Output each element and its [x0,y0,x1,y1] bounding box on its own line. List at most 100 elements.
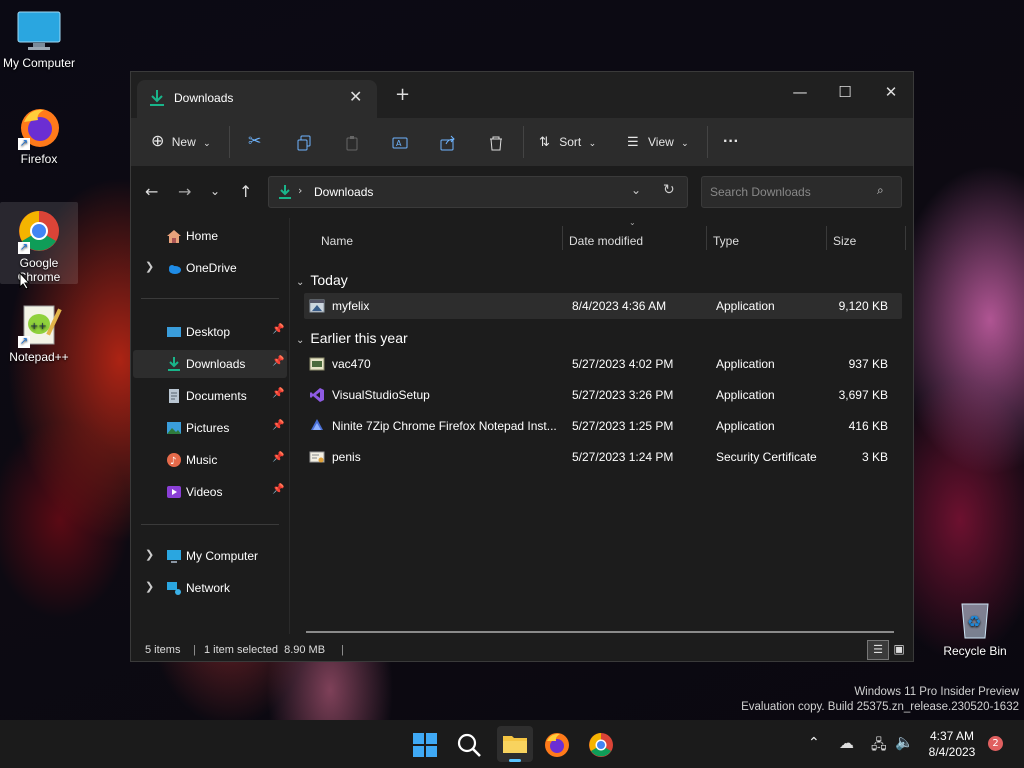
column-divider[interactable] [905,226,906,250]
desktop-icon-google-chrome[interactable]: ↗ Google Chrome [0,202,78,284]
ninite-icon [309,418,325,434]
file-explorer-icon[interactable] [497,726,533,762]
file-row[interactable]: myfelix 8/4/2023 4:36 AM Application 9,1… [304,293,902,319]
sidebar-item-music[interactable]: ♪ Music 📌 [133,446,287,474]
maximize-button[interactable]: ☐ [822,78,868,106]
search-box[interactable]: Search Downloads ⌕ [701,176,902,208]
chevron-down-icon: ⌄ [588,138,597,148]
sidebar-item-desktop[interactable]: Desktop 📌 [133,318,287,346]
start-icon[interactable] [410,730,440,760]
rename-icon: A [392,135,408,149]
refresh-icon[interactable]: ↻ [663,182,675,198]
chevron-right-icon[interactable]: ❯ [145,260,154,273]
tab-downloads[interactable]: Downloads ✕ [137,80,377,118]
share-button[interactable] [440,130,456,154]
column-divider[interactable] [826,226,827,250]
file-row[interactable]: vac470 5/27/2023 4:02 PM Application 937… [304,351,902,377]
new-button[interactable]: ⊕ New ⌄ [151,130,211,154]
horizontal-scrollbar[interactable] [306,631,894,633]
sidebar-item-onedrive[interactable]: ❯ OneDrive [133,254,287,282]
breadcrumb-downloads[interactable]: Downloads [314,185,373,199]
file-row[interactable]: VisualStudioSetup 5/27/2023 3:26 PM Appl… [304,382,902,408]
sidebar-item-documents[interactable]: Documents 📌 [133,382,287,410]
sidebar-item-my-computer[interactable]: ❯ My Computer [133,542,287,570]
delete-button[interactable] [488,130,504,154]
cloud-offline-icon[interactable]: ☁ [839,734,854,752]
network-status-icon[interactable]: 🖧 [871,734,887,758]
mouse-cursor-icon [19,271,31,293]
svg-text:A: A [396,139,402,148]
address-bar[interactable]: › Downloads ⌄ ↻ [268,176,688,208]
sidebar-item-network[interactable]: ❯ Network [133,574,287,602]
copy-button[interactable] [296,130,312,154]
desktop-folder-icon [166,324,182,340]
monitor-icon [16,8,62,54]
column-header-name[interactable]: Name [321,228,353,254]
firefox-icon[interactable] [542,730,572,760]
sort-button[interactable]: ⇅ Sort ⌄ [539,130,596,154]
sidebar-item-pictures[interactable]: Pictures 📌 [133,414,287,442]
paste-button[interactable] [344,130,360,154]
sort-indicator-icon: ⌄ [629,218,636,227]
minimize-button[interactable]: — [777,78,823,106]
file-type: Application [716,388,775,402]
column-header-type[interactable]: Type [713,228,739,254]
chevron-right-icon[interactable]: ❯ [145,580,154,593]
desktop-icon-firefox[interactable]: ↗ Firefox [0,104,78,166]
sidebar-item-videos[interactable]: Videos 📌 [133,478,287,506]
more-options-button[interactable]: ··· [723,130,739,154]
desktop-icon-label: Notepad++ [9,350,69,364]
forward-button[interactable]: → [178,182,191,201]
desktop-icon-notepad-plus-plus[interactable]: ++ ↗ Notepad++ [0,302,78,364]
recent-locations-button[interactable]: ⌄ [210,184,220,198]
show-hidden-icons-button[interactable]: ⌃ [808,735,820,751]
close-window-button[interactable]: ✕ [868,78,914,106]
file-date: 5/27/2023 3:26 PM [572,388,674,402]
tiles-view-button[interactable]: ▣ [890,640,908,658]
desktop-icon-recycle-bin[interactable]: ♻ Recycle Bin [936,596,1014,658]
file-size: 416 KB [848,419,888,433]
column-divider[interactable] [706,226,707,250]
desktop-icon-my-computer[interactable]: My Computer [0,8,78,70]
clock[interactable]: 4:37 AM 8/4/2023 [922,728,982,760]
chevron-right-icon[interactable]: ❯ [145,548,154,561]
group-header-earlier-this-year[interactable]: ⌄ Earlier this year [296,330,408,346]
file-name: VisualStudioSetup [332,388,430,402]
notification-badge[interactable]: 2 [988,736,1003,751]
file-row[interactable]: penis 5/27/2023 1:24 PM Security Certifi… [304,444,902,470]
status-divider: | [193,644,196,656]
file-explorer-window: Downloads ✕ + — ☐ ✕ ⊕ New ⌄ ✂ A ⇅ Sort ⌄… [130,71,914,662]
pin-icon: 📌 [272,484,285,495]
sidebar-item-downloads[interactable]: Downloads 📌 [133,350,287,378]
chrome-icon[interactable] [586,730,616,760]
details-view-button[interactable]: ☰ [867,640,889,660]
cut-button[interactable]: ✂ [248,130,261,154]
file-row[interactable]: Ninite 7Zip Chrome Firefox Notepad Inst.… [304,413,902,439]
group-header-today[interactable]: ⌄ Today [296,272,348,288]
file-name: penis [332,450,361,464]
search-icon[interactable] [454,730,484,760]
close-tab-icon[interactable]: ✕ [349,87,362,106]
desktop-icon-label: Recycle Bin [943,644,1007,658]
search-input[interactable]: Search Downloads [710,185,811,199]
back-button[interactable]: ← [145,182,158,201]
file-type: Application [716,357,775,371]
sidebar-item-label: Downloads [186,357,246,371]
monitor-icon [166,548,182,564]
file-size: 3,697 KB [838,388,888,402]
desktop-icon-label: Firefox [20,152,58,166]
group-label: Earlier this year [310,330,408,346]
column-divider[interactable] [562,226,563,250]
new-tab-button[interactable]: + [395,84,410,105]
column-header-date[interactable]: Date modified [569,228,643,254]
address-dropdown-icon[interactable]: ⌄ [631,183,641,197]
rename-button[interactable]: A [392,130,408,154]
column-header-size[interactable]: Size [833,228,856,254]
firefox-icon: ↗ [16,104,62,150]
file-name: Ninite 7Zip Chrome Firefox Notepad Inst.… [332,419,557,433]
download-icon [278,184,292,203]
sidebar-item-home[interactable]: Home [133,222,287,250]
volume-icon[interactable]: 🔈 [895,733,914,751]
up-button[interactable]: ↑ [239,182,252,201]
view-button[interactable]: ☰ View ⌄ [627,130,689,154]
